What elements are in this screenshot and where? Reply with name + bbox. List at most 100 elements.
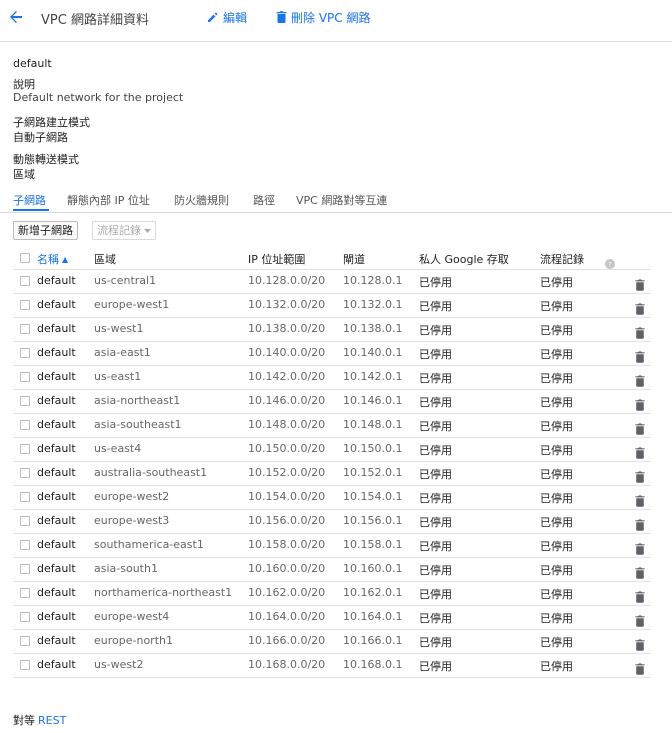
subnet-name[interactable]: default	[37, 634, 76, 647]
row-checkbox[interactable]	[20, 540, 30, 550]
subnet-ip-range: 10.168.0.0/20	[248, 658, 326, 671]
delete-subnet-trash-icon[interactable]	[635, 276, 645, 291]
page-header: VPC 網路詳細資料 編輯 刪除 VPC 網路	[0, 0, 672, 42]
subnet-name[interactable]: default	[37, 538, 76, 551]
table-row: default asia-south1 10.160.0.0/20 10.160.0.…	[13, 558, 651, 582]
subnet-name[interactable]: default	[37, 562, 76, 575]
subnet-ip-range: 10.128.0.0/20	[248, 274, 326, 287]
delete-subnet-trash-icon[interactable]	[635, 444, 645, 459]
column-header-gateway[interactable]: 閘道	[343, 251, 365, 267]
row-checkbox[interactable]	[20, 588, 30, 598]
delete-subnet-trash-icon[interactable]	[635, 300, 645, 315]
row-checkbox[interactable]	[20, 396, 30, 406]
help-icon[interactable]: ?	[605, 254, 615, 269]
subnet-name[interactable]: default	[37, 514, 76, 527]
tab-subnets[interactable]: 子網路	[13, 192, 46, 208]
row-checkbox[interactable]	[20, 372, 30, 382]
subnet-name[interactable]: default	[37, 610, 76, 623]
subnet-name[interactable]: default	[37, 490, 76, 503]
column-header-private-google-access[interactable]: 私人 Google 存取	[419, 251, 509, 267]
subnet-name[interactable]: default	[37, 466, 76, 479]
row-checkbox[interactable]	[20, 348, 30, 358]
delete-subnet-trash-icon[interactable]	[635, 612, 645, 627]
delete-subnet-trash-icon[interactable]	[635, 516, 645, 531]
subnet-ip-range: 10.156.0.0/20	[248, 514, 326, 527]
row-checkbox[interactable]	[20, 660, 30, 670]
rest-link[interactable]: REST	[38, 714, 66, 727]
network-name: default	[13, 57, 52, 70]
subnet-name[interactable]: default	[37, 586, 76, 599]
subnet-flow-logs: 已停用	[540, 444, 573, 457]
delete-subnet-trash-icon[interactable]	[635, 660, 645, 675]
subnet-ip-range: 10.140.0.0/20	[248, 346, 326, 359]
trash-icon	[276, 11, 287, 23]
back-arrow-icon[interactable]	[7, 8, 25, 26]
delete-subnet-trash-icon[interactable]	[635, 372, 645, 387]
delete-subnet-trash-icon[interactable]	[635, 564, 645, 579]
row-checkbox[interactable]	[20, 492, 30, 502]
add-subnet-button[interactable]: 新增子網路	[13, 221, 78, 240]
edit-button[interactable]: 編輯	[207, 9, 247, 25]
subnet-gateway: 10.146.0.1	[343, 394, 403, 407]
subnet-flow-logs: 已停用	[540, 420, 573, 433]
tab-routes[interactable]: 路徑	[253, 192, 275, 208]
row-checkbox[interactable]	[20, 300, 30, 310]
subnet-name[interactable]: default	[37, 370, 76, 383]
table-row: default us-east1 10.142.0.0/20 10.142.0.1 已停…	[13, 366, 651, 390]
row-checkbox[interactable]	[20, 468, 30, 478]
subnet-name[interactable]: default	[37, 274, 76, 287]
subnet-private-google-access: 已停用	[419, 420, 452, 433]
table-body: default us-central1 10.128.0.0/20 10.128.0.…	[13, 270, 651, 678]
column-header-ip-range[interactable]: IP 位址範圍	[248, 251, 305, 267]
delete-subnet-trash-icon[interactable]	[635, 420, 645, 435]
subnet-flow-logs: 已停用	[540, 372, 573, 385]
row-checkbox[interactable]	[20, 612, 30, 622]
delete-vpc-button[interactable]: 刪除 VPC 網路	[276, 9, 370, 25]
delete-subnet-trash-icon[interactable]	[635, 348, 645, 363]
subnet-ip-range: 10.132.0.0/20	[248, 298, 326, 311]
chevron-down-icon	[144, 222, 151, 239]
row-checkbox[interactable]	[20, 636, 30, 646]
row-checkbox[interactable]	[20, 564, 30, 574]
column-header-name[interactable]: 名稱 ▲	[37, 251, 68, 267]
column-header-region[interactable]: 區域	[94, 251, 116, 267]
subnet-flow-logs: 已停用	[540, 612, 573, 625]
column-header-flow-logs[interactable]: 流程記錄	[540, 251, 584, 267]
tab-vpc-peering[interactable]: VPC 網路對等互連	[296, 192, 387, 208]
tab-firewall-rules[interactable]: 防火牆規則	[174, 192, 229, 208]
delete-subnet-trash-icon[interactable]	[635, 540, 645, 555]
subnet-private-google-access: 已停用	[419, 276, 452, 289]
row-checkbox[interactable]	[20, 444, 30, 454]
subnet-name[interactable]: default	[37, 346, 76, 359]
row-checkbox[interactable]	[20, 516, 30, 526]
delete-subnet-trash-icon[interactable]	[635, 636, 645, 651]
delete-subnet-trash-icon[interactable]	[635, 468, 645, 483]
row-checkbox[interactable]	[20, 420, 30, 430]
subnet-gateway: 10.142.0.1	[343, 370, 403, 383]
subnet-name[interactable]: default	[37, 298, 76, 311]
delete-subnet-trash-icon[interactable]	[635, 492, 645, 507]
delete-subnet-trash-icon[interactable]	[635, 324, 645, 339]
subnet-ip-range: 10.160.0.0/20	[248, 562, 326, 575]
subnet-gateway: 10.132.0.1	[343, 298, 403, 311]
subnet-name[interactable]: default	[37, 658, 76, 671]
delete-subnet-trash-icon[interactable]	[635, 396, 645, 411]
subnet-name[interactable]: default	[37, 418, 76, 431]
tab-static-internal-ip[interactable]: 靜態內部 IP 位址	[67, 192, 150, 208]
subnet-ip-range: 10.162.0.0/20	[248, 586, 326, 599]
subnet-name[interactable]: default	[37, 442, 76, 455]
row-checkbox[interactable]	[20, 324, 30, 334]
subnet-gateway: 10.168.0.1	[343, 658, 403, 671]
subnet-region: asia-east1	[94, 346, 151, 359]
delete-subnet-trash-icon[interactable]	[635, 588, 645, 603]
equivalent-label: 對等	[13, 714, 35, 727]
row-checkbox[interactable]	[20, 276, 30, 286]
subnet-name[interactable]: default	[37, 394, 76, 407]
subnet-name[interactable]: default	[37, 322, 76, 335]
description-value: Default network for the project	[13, 91, 184, 104]
subnet-region: us-west2	[94, 658, 144, 671]
subnet-mode-value: 自動子網路	[13, 131, 68, 144]
select-all-checkbox[interactable]	[20, 253, 30, 263]
routing-mode-label: 動態轉送模式	[13, 153, 79, 166]
subnet-private-google-access: 已停用	[419, 396, 452, 409]
